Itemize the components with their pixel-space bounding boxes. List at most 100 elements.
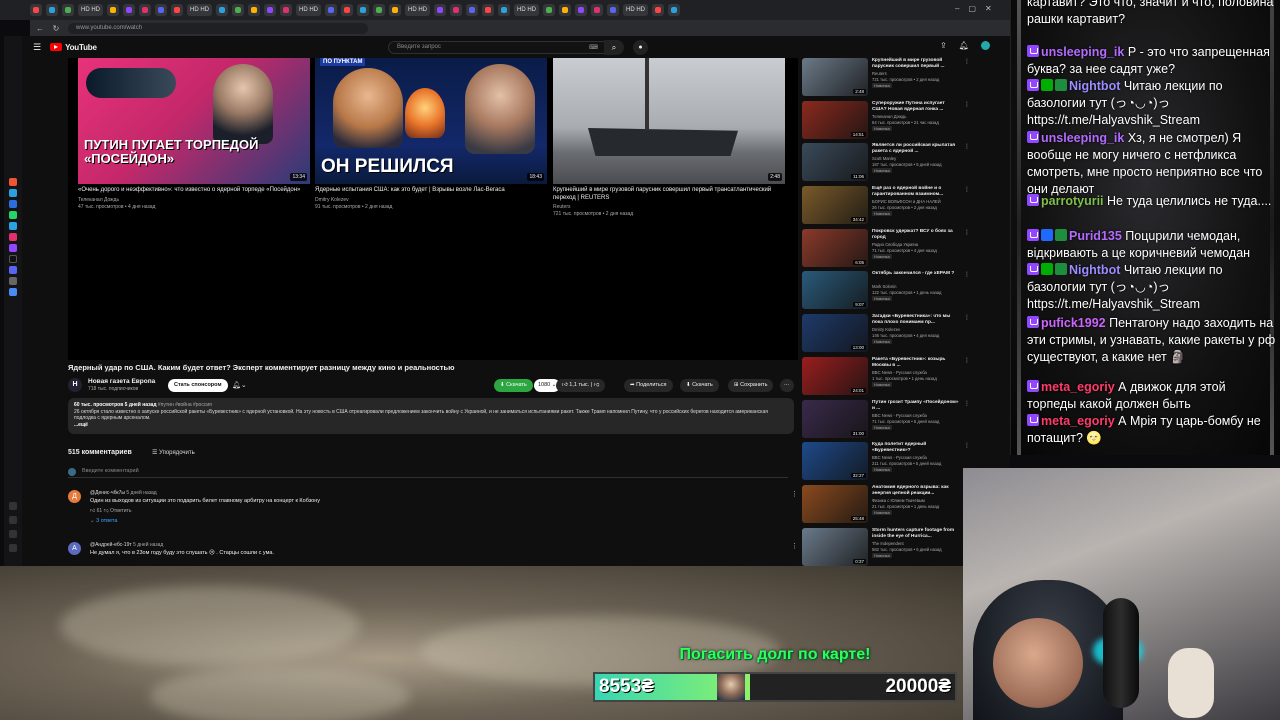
related-video[interactable]: 0:37 Storm hunters capture footage from i… (802, 527, 972, 566)
related-video[interactable]: 9:07 Октябрь закончился - где хЕРАМ ? Mark… (802, 271, 972, 314)
related-title[interactable]: Ещё раз о ядерной войне и о гарантирован… (872, 186, 960, 198)
related-title[interactable]: Крупнейший в мире грузовой парусник сове… (872, 58, 960, 70)
whatsapp-icon[interactable] (9, 211, 17, 219)
reply-button[interactable]: Ответить (110, 508, 131, 514)
related-channel[interactable]: БОРИС ВОЛЬФСОН и ДНА НАЛЕЙ (872, 199, 941, 204)
browser-tab[interactable] (559, 4, 571, 16)
app-icon[interactable] (9, 189, 17, 197)
history-icon[interactable] (9, 502, 17, 510)
related-thumbnail[interactable]: 25:48 (802, 484, 868, 523)
endcard-title[interactable]: Крупнейший в мире грузовой парусник сове… (553, 187, 785, 202)
related-title[interactable]: Является ли российская крылатая ракета с… (872, 143, 960, 155)
endcard[interactable]: ПУТИН ПУГАЕТ ТОРПЕДОЙ «ПОСЕЙДОН» 13:34 «… (78, 58, 310, 210)
browser-tab[interactable] (373, 4, 385, 16)
comment-menu-icon[interactable]: ⋮ (791, 490, 798, 498)
chat-username[interactable]: Nightbot (1069, 79, 1120, 93)
browser-tab[interactable]: HD HD (187, 4, 212, 16)
browser-tab[interactable] (171, 4, 183, 16)
related-channel[interactable]: BBC News - Русская служба (872, 370, 927, 375)
endcard-channel[interactable]: Reuters (553, 204, 785, 210)
channel-avatar[interactable]: Н (68, 378, 82, 392)
video-menu-icon[interactable]: ⋮ (964, 271, 970, 278)
browser-tab[interactable]: HD HD (296, 4, 321, 16)
url-field[interactable]: www.youtube.com/watch (68, 22, 368, 34)
chat-username[interactable]: unsleeping_ik (1041, 131, 1124, 145)
related-video[interactable]: 6:05 Покровск удержат? ВСУ о боях за горо… (802, 228, 972, 272)
related-video[interactable]: 11:06 Является ли российская крылатая рак… (802, 143, 972, 186)
instagram-icon[interactable] (9, 233, 17, 241)
related-video[interactable]: 2:48 Крупнейший в мире грузовой парусник … (802, 58, 972, 101)
related-thumbnail[interactable]: 34:42 (802, 186, 868, 225)
related-channel[interactable]: BBC News - Русская служба (872, 455, 927, 460)
download-button[interactable]: ⬇ Скачать (494, 379, 533, 392)
sponsor-button[interactable]: Стать спонсором (168, 379, 228, 392)
endcard[interactable]: 2:48 Крупнейший в мире грузовой парусник… (553, 58, 785, 217)
related-video[interactable]: 14:51 Супероружие Путина испугает США? Но… (802, 100, 972, 144)
related-thumbnail[interactable]: 9:07 (802, 271, 868, 310)
related-channel[interactable]: Reuters (872, 71, 887, 76)
commenter-avatar[interactable]: Д (68, 490, 81, 503)
browser-tab[interactable] (264, 4, 276, 16)
video-menu-icon[interactable]: ⋮ (964, 357, 970, 364)
related-title[interactable]: Супероружие Путина испугает США? Новая я… (872, 101, 960, 113)
account-avatar[interactable] (980, 41, 990, 50)
browser-tab[interactable] (155, 4, 167, 16)
twitch-icon[interactable] (9, 244, 17, 252)
share-button[interactable]: ➦ Поделиться (624, 379, 673, 392)
related-title[interactable]: Покровск удержат? ВСУ о боях за город (872, 229, 960, 241)
related-title[interactable]: Storm hunters capture footage from insid… (872, 528, 960, 540)
browser-tab[interactable] (62, 4, 74, 16)
related-channel[interactable]: Физика с Юлием Ткачёвым (872, 498, 925, 503)
app-icon[interactable] (9, 288, 17, 296)
chat-username[interactable]: meta_egoriy (1041, 380, 1115, 394)
browser-tab[interactable] (543, 4, 555, 16)
maximize-icon[interactable]: ▢ (968, 4, 976, 13)
video-menu-icon[interactable]: ⋮ (964, 143, 970, 150)
more-actions-icon[interactable]: ⋯ (780, 379, 794, 392)
browser-tab[interactable]: HD HD (405, 4, 430, 16)
browser-tab[interactable] (668, 4, 680, 16)
related-channel[interactable]: Mark Solonin (872, 284, 896, 289)
search-input[interactable]: Введите запрос (388, 41, 622, 54)
youtube-logo[interactable]: YouTube (50, 43, 97, 52)
endcard-channel[interactable]: Телеканал Дождь (78, 197, 310, 203)
related-thumbnail[interactable]: 11:06 (802, 143, 868, 182)
related-title[interactable]: Куда полетит ядерный «Буревестник»? (872, 442, 960, 454)
settings-icon[interactable] (9, 530, 17, 538)
endcard-thumbnail[interactable]: ПО ПУНКТАМ ОН РЕШИЛСЯ 18:43 (315, 58, 547, 184)
related-title[interactable]: Ракета «Буревестник»: козырь Москвы в ..… (872, 357, 960, 369)
microphone-icon[interactable]: ● (633, 40, 648, 55)
endcard-channel[interactable]: Dmitry Kolezev (315, 197, 547, 203)
browser-tab[interactable] (280, 4, 292, 16)
refresh-icon[interactable]: ↻ (52, 24, 60, 33)
app-icon[interactable] (9, 200, 17, 208)
video-menu-icon[interactable]: ⋮ (964, 58, 970, 65)
related-title[interactable]: Октябрь закончился - где хЕРАМ ? (872, 271, 960, 277)
related-video[interactable]: 24:01 Ракета «Буревестник»: козырь Москвы… (802, 356, 972, 400)
notifications-icon[interactable]: 🔔︎ (959, 41, 969, 50)
related-channel[interactable]: The Independent (872, 541, 904, 546)
bell-icon[interactable]: 🔔︎⌄ (232, 381, 247, 389)
related-thumbnail[interactable]: 0:37 (802, 527, 868, 566)
chat-username[interactable]: meta_egoriy (1041, 414, 1115, 428)
video-menu-icon[interactable]: ⋮ (964, 442, 970, 449)
browser-tab[interactable] (357, 4, 369, 16)
chat-username[interactable]: parrotyurii (1041, 194, 1104, 208)
description-tags[interactable]: #путин #война #россия (158, 402, 212, 408)
browser-tab[interactable] (591, 4, 603, 16)
related-thumbnail[interactable]: 24:01 (802, 356, 868, 395)
browser-tab[interactable] (575, 4, 587, 16)
browser-tab[interactable]: HD HD (514, 4, 539, 16)
related-title[interactable]: Анатомия ядерного взрыва: как энергия це… (872, 485, 960, 497)
browser-tab[interactable] (389, 4, 401, 16)
close-icon[interactable]: ✕ (985, 4, 992, 13)
save-button[interactable]: ⊞ Сохранить (728, 379, 774, 392)
video-menu-icon[interactable]: ⋮ (964, 400, 970, 407)
download-button-2[interactable]: ⬇ Скачать (680, 379, 719, 392)
related-channel[interactable]: Телеканал Дождь (872, 114, 906, 119)
browser-tab[interactable] (123, 4, 135, 16)
related-video[interactable]: 13:00 Загадки «Буревестника»: что мы пока… (802, 314, 972, 357)
video-menu-icon[interactable]: ⋮ (964, 101, 970, 108)
downloads-icon[interactable] (9, 516, 17, 524)
upload-icon[interactable]: ⇪ (940, 41, 947, 50)
